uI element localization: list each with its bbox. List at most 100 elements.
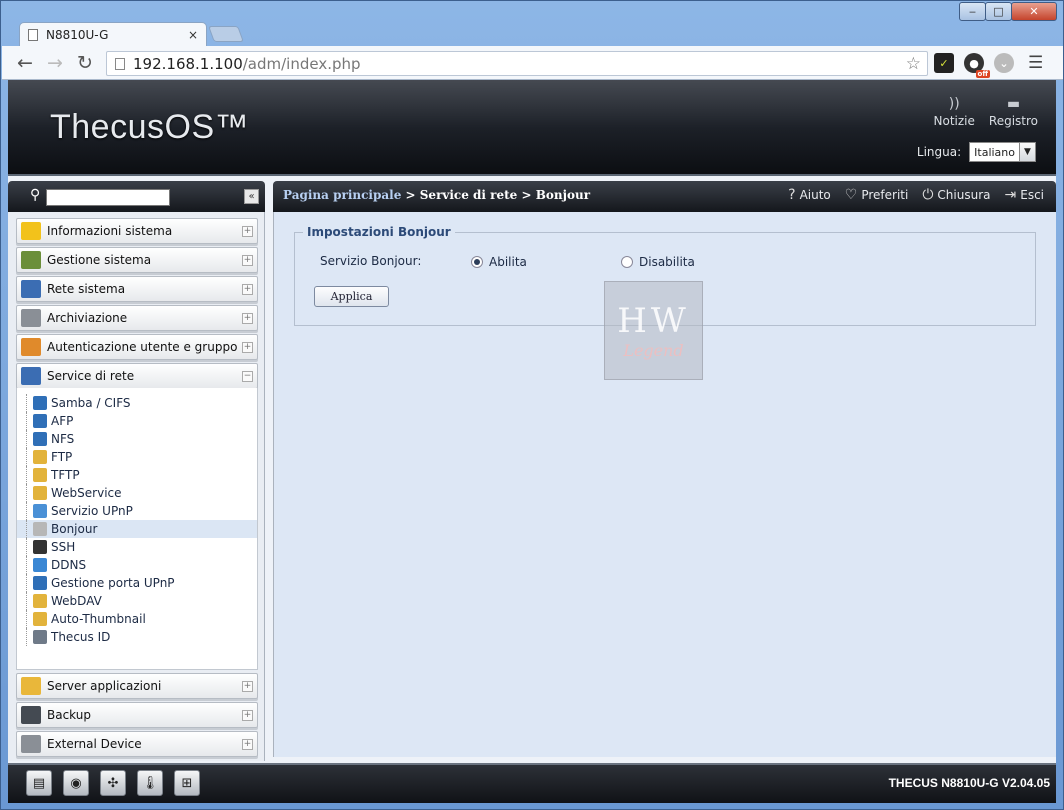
new-tab-button[interactable] bbox=[208, 26, 244, 42]
sidebar-item-label: Thecus ID bbox=[51, 630, 111, 644]
sidebar-category-service-di-rete[interactable]: Service di rete − bbox=[16, 363, 258, 389]
sidebar-item-bonjour[interactable]: Bonjour bbox=[17, 520, 257, 538]
expand-icon[interactable]: + bbox=[242, 680, 253, 692]
forward-icon[interactable]: → bbox=[40, 52, 70, 74]
expand-icon[interactable]: + bbox=[242, 225, 253, 237]
language-select[interactable]: Italiano ▼ bbox=[969, 142, 1036, 162]
footer-icons: ▤ ◉ ✣ 🌡 ⊞ bbox=[26, 770, 200, 796]
disable-label: Disabilita bbox=[639, 255, 695, 269]
enable-label: Abilita bbox=[489, 255, 527, 269]
sidebar-item-label: DDNS bbox=[51, 558, 87, 572]
language-label: Lingua: bbox=[916, 145, 962, 159]
expand-icon[interactable]: + bbox=[242, 283, 253, 295]
bonjour-icon bbox=[33, 522, 47, 536]
power-icon: ⏻ bbox=[922, 187, 934, 203]
disk-icon[interactable]: ◉ bbox=[63, 770, 89, 796]
help-button[interactable]: ? Aiuto bbox=[788, 187, 831, 203]
maximize-button[interactable]: □ bbox=[985, 2, 1012, 21]
sidebar-item-ftp[interactable]: FTP bbox=[17, 448, 257, 466]
collapse-sidebar-button[interactable]: « bbox=[244, 189, 259, 204]
bookmark-star-icon[interactable]: ☆ bbox=[906, 54, 921, 74]
sidebar-category-rete-sistema[interactable]: Rete sistema + bbox=[16, 276, 258, 302]
sidebar-item-label: TFTP bbox=[51, 468, 80, 482]
app-footer: ▤ ◉ ✣ 🌡 ⊞ THECUS N8810U-G V2.04.05 bbox=[8, 763, 1056, 803]
sidebar-category-backup[interactable]: Backup + bbox=[16, 702, 258, 728]
expand-icon[interactable]: + bbox=[242, 312, 253, 324]
url-path: /adm/index.php bbox=[242, 54, 361, 73]
sidebar-category-gestione-sistema[interactable]: Gestione sistema + bbox=[16, 247, 258, 273]
sidebar-category-label: Informazioni sistema bbox=[47, 224, 173, 238]
log-link[interactable]: ▬ Registro bbox=[989, 96, 1038, 128]
samba-icon bbox=[33, 396, 47, 410]
sidebar-item-webservice[interactable]: WebService bbox=[17, 484, 257, 502]
news-link[interactable]: )) Notizie bbox=[934, 96, 975, 128]
tab-title: N8810U-G bbox=[46, 27, 109, 42]
sidebar-item-tftp[interactable]: TFTP bbox=[17, 466, 257, 484]
extension-user-icon[interactable]: ● off bbox=[964, 53, 990, 78]
url-host: 192.168.1.100 bbox=[133, 54, 243, 73]
expand-icon[interactable]: + bbox=[242, 738, 253, 750]
sidebar-item-thecus-id[interactable]: Thecus ID bbox=[17, 628, 257, 646]
help-label: Aiuto bbox=[799, 188, 831, 202]
sidebar-item-upnp-port[interactable]: Gestione porta UPnP bbox=[17, 574, 257, 592]
sidebar-category-label: Server applicazioni bbox=[47, 679, 162, 693]
shutdown-label: Chiusura bbox=[937, 188, 991, 202]
tab-close-icon[interactable]: × bbox=[188, 28, 198, 42]
sidebar-item-auto-thumbnail[interactable]: Auto-Thumbnail bbox=[17, 610, 257, 628]
storage-icon bbox=[21, 309, 41, 327]
sidebar-item-webdav[interactable]: WebDAV bbox=[17, 592, 257, 610]
sidebar-item-nfs[interactable]: NFS bbox=[17, 430, 257, 448]
network-service-icon bbox=[21, 367, 41, 385]
sidebar-item-upnp[interactable]: Servizio UPnP bbox=[17, 502, 257, 520]
enable-radio[interactable]: Abilita bbox=[471, 255, 527, 269]
address-bar[interactable]: 192.168.1.100/adm/index.php ☆ bbox=[106, 51, 928, 76]
app-header: ThecusOS™ )) Notizie ▬ Registro Lingua: … bbox=[8, 80, 1056, 176]
extension-down-icon[interactable]: ⌄ bbox=[994, 53, 1014, 73]
sidebar-category-autenticazione[interactable]: Autenticazione utente e gruppo + bbox=[16, 334, 258, 360]
fan-icon[interactable]: ✣ bbox=[100, 770, 126, 796]
sidebar-item-label: WebService bbox=[51, 486, 122, 500]
favorites-label: Preferiti bbox=[861, 188, 909, 202]
language-selector: Lingua: Italiano ▼ bbox=[917, 142, 1036, 162]
logout-button[interactable]: ⇥ Esci bbox=[1005, 187, 1045, 203]
ssh-icon bbox=[33, 540, 47, 554]
extension-check-icon[interactable]: ✓ bbox=[934, 53, 954, 73]
thermometer-icon[interactable]: 🌡 bbox=[137, 770, 163, 796]
server-icon[interactable]: ▤ bbox=[26, 770, 52, 796]
sidebar-category-archiviazione[interactable]: Archiviazione + bbox=[16, 305, 258, 331]
sidebar-category-informazioni-sistema[interactable]: Informazioni sistema + bbox=[16, 218, 258, 244]
breadcrumb-home[interactable]: Pagina principale bbox=[283, 188, 401, 202]
tools-icon bbox=[21, 251, 41, 269]
network-status-icon[interactable]: ⊞ bbox=[174, 770, 200, 796]
watermark-line1: HW bbox=[617, 301, 690, 341]
ddns-icon bbox=[33, 558, 47, 572]
menu-icon[interactable]: ☰ bbox=[1028, 53, 1043, 73]
sidebar-item-afp[interactable]: AFP bbox=[17, 412, 257, 430]
apply-button[interactable]: Applica bbox=[314, 286, 389, 307]
disable-radio[interactable]: Disabilita bbox=[621, 255, 695, 269]
expand-icon[interactable]: + bbox=[242, 254, 253, 266]
back-icon[interactable]: ← bbox=[10, 52, 40, 74]
sidebar-item-label: SSH bbox=[51, 540, 76, 554]
sidebar-category-label: Backup bbox=[47, 708, 91, 722]
browser-tab[interactable]: N8810U-G × bbox=[19, 22, 207, 46]
sidebar-category-external-device[interactable]: External Device + bbox=[16, 731, 258, 757]
minimize-button[interactable]: ‒ bbox=[959, 2, 986, 21]
chevron-down-icon: ▼ bbox=[1019, 143, 1035, 161]
sidebar: Informazioni sistema + Gestione sistema … bbox=[8, 212, 265, 761]
sidebar-item-samba[interactable]: Samba / CIFS bbox=[17, 394, 257, 412]
sidebar-item-label: NFS bbox=[51, 432, 75, 446]
favorites-button[interactable]: ♡ Preferiti bbox=[845, 187, 909, 203]
reload-icon[interactable]: ↻ bbox=[70, 52, 100, 74]
close-window-button[interactable]: ✕ bbox=[1011, 2, 1057, 21]
expand-icon[interactable]: + bbox=[242, 341, 253, 353]
sidebar-item-ddns[interactable]: DDNS bbox=[17, 556, 257, 574]
sidebar-category-server-applicazioni[interactable]: Server applicazioni + bbox=[16, 673, 258, 699]
collapse-icon[interactable]: − bbox=[242, 370, 253, 382]
expand-icon[interactable]: + bbox=[242, 709, 253, 721]
search-input[interactable] bbox=[46, 189, 170, 206]
breadcrumb-separator: > bbox=[405, 188, 416, 202]
upnp-icon bbox=[33, 504, 47, 518]
shutdown-button[interactable]: ⏻ Chiusura bbox=[922, 187, 990, 203]
sidebar-item-ssh[interactable]: SSH bbox=[17, 538, 257, 556]
